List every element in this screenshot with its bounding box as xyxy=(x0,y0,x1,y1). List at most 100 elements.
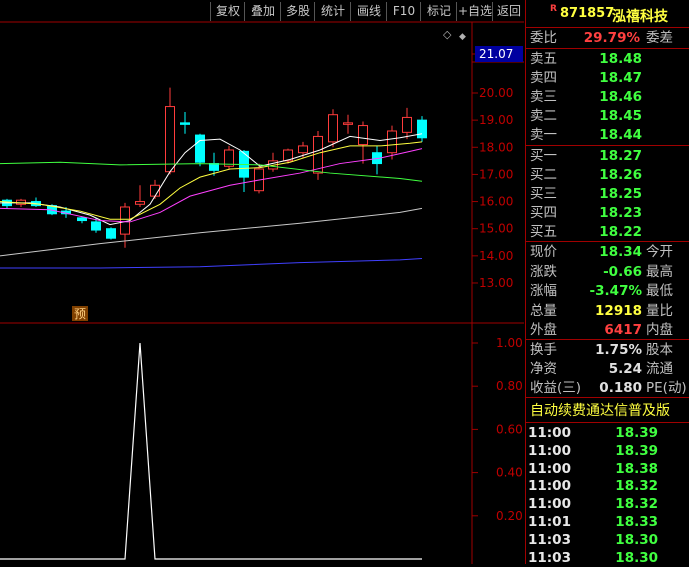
tick-row: 11:00 18.32 xyxy=(526,477,689,495)
ask-row-4-value: 18.47 xyxy=(599,70,642,86)
diamond-icon: ◇ xyxy=(443,28,452,41)
ask-row-4-label: 卖四 xyxy=(530,70,557,86)
stock-header: R 871857 泓禧科技 xyxy=(526,0,689,26)
ma250-line xyxy=(0,258,423,269)
price-axis-label: 19.00 xyxy=(479,113,513,127)
quote-row-4-label: 外盘 xyxy=(530,322,557,338)
quote-row-4-label2: 内盘 xyxy=(646,322,673,338)
toolbar-button-2[interactable]: 多股 xyxy=(280,2,315,21)
fund-row-1-label2: 流通 xyxy=(646,361,673,377)
candle-body xyxy=(135,201,145,205)
tick-price: 18.33 xyxy=(615,514,658,530)
quote-row-2-value: -3.47% xyxy=(589,283,642,299)
bid-row-2-value: 18.26 xyxy=(599,167,642,183)
bid-row-3-value: 18.25 xyxy=(599,186,642,202)
stock-flag: R xyxy=(550,4,557,14)
chart-toolbar: 复权 叠加 多股 统计 画线 F10 标记 +自选 返回 xyxy=(0,0,524,22)
bid-row-2: 买二 18.26 xyxy=(526,166,689,184)
tick-row: 11:00 18.39 xyxy=(526,442,689,460)
quote-row-0: 现价 18.34 今开 xyxy=(526,243,689,261)
quote-row-3-label: 总量 xyxy=(530,302,557,319)
indicator-axis-label: 1.00 xyxy=(496,336,523,350)
price-axis-label: 15.00 xyxy=(479,222,513,236)
candle-body xyxy=(343,122,353,125)
bid-row-1-label: 买一 xyxy=(530,148,557,164)
candle-body xyxy=(402,116,412,133)
indicator-axis-label: 0.20 xyxy=(496,509,523,523)
toolbar-button-0[interactable]: 复权 xyxy=(210,2,245,21)
candle-body xyxy=(358,125,368,146)
marker-label: 预 xyxy=(74,307,86,321)
price-axis-label: 16.00 xyxy=(479,195,513,209)
quote-row-3: 总量 12918 量比 xyxy=(526,302,689,320)
ask-row-5-label: 卖五 xyxy=(530,51,557,67)
promo-text: 自动续费通达信普及版 xyxy=(530,403,670,419)
price-axis-label: 21.07 xyxy=(479,47,513,61)
tick-time: 11:00 xyxy=(528,496,571,513)
ask-row-2-value: 18.45 xyxy=(599,108,642,124)
ask-row-5-value: 18.48 xyxy=(599,51,642,67)
toolbar-button-7[interactable]: +自选 xyxy=(456,2,493,21)
tick-row: 11:03 18.30 xyxy=(526,531,689,549)
bid-row-5-label: 买五 xyxy=(530,224,557,240)
toolbar-button-1[interactable]: 叠加 xyxy=(244,2,281,21)
toolbar-button-3[interactable]: 统计 xyxy=(314,2,351,21)
bid-row-3: 买三 18.25 xyxy=(526,185,689,203)
candle-body xyxy=(328,114,338,143)
toolbar-button-8[interactable]: 返回 xyxy=(492,2,525,21)
ma120-line xyxy=(0,207,423,257)
tick-row: 11:00 18.38 xyxy=(526,460,689,478)
fund-row-2-value: 0.180 xyxy=(599,380,642,396)
fund-row-0-value: 1.75% xyxy=(595,342,642,358)
quote-row-1-label: 涨跌 xyxy=(530,263,557,280)
price-axis-label: 14.00 xyxy=(479,249,513,263)
ask-row-2-label: 卖二 xyxy=(530,108,557,124)
tick-price: 18.39 xyxy=(615,442,658,459)
quote-row-1-label2: 最高 xyxy=(646,263,673,280)
bid-row-2-label: 买二 xyxy=(530,167,557,183)
ratio-value: 29.79% xyxy=(583,30,640,46)
ask-row-3: 卖三 18.46 xyxy=(526,88,689,106)
ratio-row: 委比 29.79% 委差 xyxy=(526,29,689,47)
bid-row-5-value: 18.22 xyxy=(599,224,642,240)
toolbar-button-4[interactable]: 画线 xyxy=(350,2,387,21)
ask-row-1: 卖一 18.44 xyxy=(526,126,689,144)
fund-row-0-label: 换手 xyxy=(530,342,557,358)
fund-row-0-label2: 股本 xyxy=(646,342,673,358)
stock-code: 871857 xyxy=(560,6,615,21)
quote-row-4-value: 6417 xyxy=(604,322,642,338)
candle-body xyxy=(195,134,205,163)
tick-time: 11:03 xyxy=(528,531,571,548)
quote-row-2: 涨幅 -3.47% 最低 xyxy=(526,282,689,300)
tick-time: 11:00 xyxy=(528,442,571,459)
ask-row-5: 卖五 18.48 xyxy=(526,50,689,68)
quote-row-4: 外盘 6417 内盘 xyxy=(526,321,689,339)
candle-body xyxy=(387,130,397,154)
toolbar-button-6[interactable]: 标记 xyxy=(420,2,457,21)
quote-row-3-label2: 量比 xyxy=(646,302,673,319)
quote-row-1: 涨跌 -0.66 最高 xyxy=(526,263,689,281)
tick-row: 11:00 18.39 xyxy=(526,424,689,442)
kline-chart[interactable]: 21.07 20.00 19.00 18.00 17.00 16.00 15.00 14.00… xyxy=(0,0,524,564)
ask-row-4: 卖四 18.47 xyxy=(526,69,689,87)
ask-row-3-value: 18.46 xyxy=(599,89,642,105)
candle-body xyxy=(209,163,219,171)
price-axis-label: 18.00 xyxy=(479,140,513,154)
candle-body xyxy=(298,145,308,154)
promo-banner[interactable]: 自动续费通达信普及版 xyxy=(526,401,689,421)
fund-row-2: 收益(三) 0.180 PE(动) xyxy=(526,379,689,397)
quote-row-3-value: 12918 xyxy=(595,302,642,319)
quote-row-0-label2: 今开 xyxy=(646,244,673,260)
ask-row-2: 卖二 18.45 xyxy=(526,107,689,125)
tick-row: 11:01 18.33 xyxy=(526,513,689,531)
candle-body xyxy=(106,228,116,239)
indicator-axis-label: 0.80 xyxy=(496,379,523,393)
candle-body xyxy=(77,217,87,222)
tick-price: 18.32 xyxy=(615,496,658,513)
toolbar-button-5[interactable]: F10 xyxy=(386,2,421,21)
bid-row-5: 买五 18.22 xyxy=(526,223,689,241)
tick-time: 11:00 xyxy=(528,425,571,441)
ask-row-3-label: 卖三 xyxy=(530,89,557,105)
ratio-label2: 委差 xyxy=(646,30,673,46)
dot-icon: ◆ xyxy=(459,32,466,42)
